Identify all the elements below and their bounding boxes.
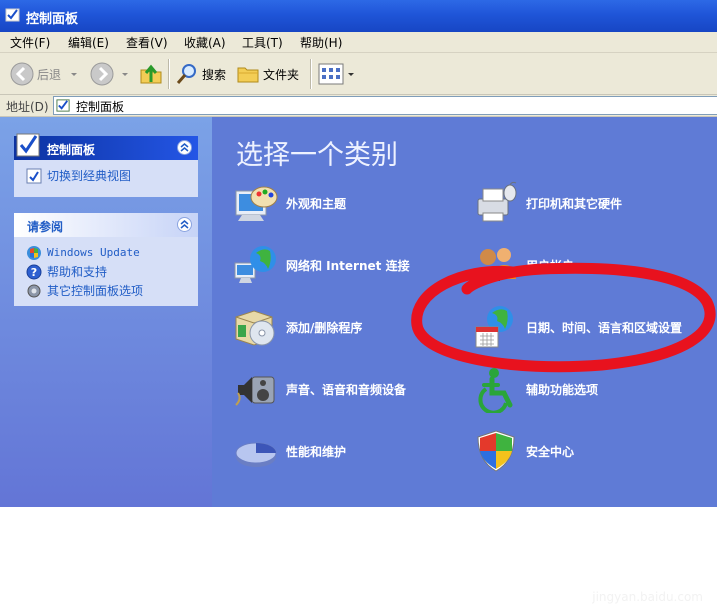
other-options-link[interactable]: 其它控制面板选项 (26, 281, 198, 300)
forward-arrow-icon (90, 62, 114, 86)
toolbar: 后退 搜索 文件夹 (0, 53, 717, 95)
svg-text:?: ? (31, 266, 37, 279)
category-add-remove-programs[interactable]: 添加/删除程序 (232, 303, 362, 351)
network-globe-icon (234, 246, 276, 283)
appearance-themes-label: 外观和主题 (286, 196, 347, 211)
date-globe-icon (475, 306, 513, 348)
control-panel-icon (56, 99, 70, 112)
dropdown-arrow-icon (122, 73, 128, 76)
category-appearance-themes[interactable]: 外观和主题 (232, 179, 346, 227)
help-support-link[interactable]: ? 帮助和支持 (26, 262, 198, 281)
date-time-language-region-label: 日期、时间、语言和区域设置 (526, 320, 683, 335)
search-label: 搜索 (202, 67, 227, 82)
view-grid-icon (318, 63, 344, 85)
back-label: 后退 (37, 67, 62, 82)
toolbar-separator (168, 59, 170, 89)
sounds-audio-label: 声音、语音和音频设备 (286, 382, 407, 397)
switch-classic-view-link[interactable]: 切换到经典视图 (26, 166, 198, 185)
folders-button[interactable]: 文件夹 (236, 61, 299, 87)
category-sounds-audio[interactable]: 声音、语音和音频设备 (232, 365, 406, 413)
menu-file[interactable]: 文件(F) (10, 34, 50, 51)
category-printers-hardware[interactable]: 打印机和其它硬件 (472, 179, 622, 227)
baidu-url: jingyan.baidu.com (592, 590, 703, 604)
menu-help[interactable]: 帮助(H) (300, 34, 342, 51)
accessibility-icon (478, 368, 513, 413)
windows-update-icon (27, 245, 41, 260)
user-accounts-icon (476, 248, 516, 281)
category-view: 选择一个类别 外观和主题 网络和 Internet 连接 添加/删除程序 声音、… (212, 117, 717, 604)
classic-view-icon (26, 168, 42, 183)
back-arrow-icon (10, 62, 34, 86)
search-icon (176, 64, 196, 84)
address-value: 控制面板 (76, 100, 125, 114)
switch-classic-view-label: 切换到经典视图 (47, 169, 132, 183)
see-also-title: 请参阅 (27, 220, 64, 234)
forward-button[interactable] (90, 61, 130, 87)
printers-hardware-label: 打印机和其它硬件 (526, 196, 623, 211)
menu-tools[interactable]: 工具(T) (242, 34, 283, 51)
pick-category-heading: 选择一个类别 (236, 140, 398, 171)
address-label: 地址(D) (6, 100, 49, 114)
help-icon: ? (26, 264, 42, 279)
category-date-time-language-region[interactable]: 日期、时间、语言和区域设置 (472, 303, 682, 351)
collapse-icon[interactable] (177, 140, 192, 155)
control-panel-box-header[interactable]: 控制面板 (14, 133, 198, 160)
other-options-label: 其它控制面板选项 (47, 284, 144, 298)
printer-hardware-icon (477, 181, 517, 222)
add-remove-programs-label: 添加/删除程序 (286, 320, 363, 335)
gear-icon (27, 284, 41, 297)
pie-chart-icon (235, 442, 277, 467)
control-panel-check-icon (16, 133, 40, 157)
network-internet-label: 网络和 Internet 连接 (286, 258, 410, 273)
performance-maintenance-label: 性能和维护 (286, 444, 347, 459)
address-input[interactable]: 控制面板 (53, 96, 717, 115)
search-button[interactable]: 搜索 (175, 61, 226, 87)
windows-update-link[interactable]: Windows Update (26, 243, 198, 262)
dropdown-arrow-icon (71, 73, 78, 76)
toolbar-separator (310, 59, 312, 89)
category-user-accounts[interactable]: 用户帐户 (472, 241, 574, 289)
accessibility-options-label: 辅助功能选项 (526, 382, 599, 397)
category-security-center[interactable]: 安全中心 (472, 427, 574, 475)
category-network-internet[interactable]: 网络和 Internet 连接 (232, 241, 410, 289)
title-bar: 控制面板 (0, 0, 717, 32)
menu-view[interactable]: 查看(V) (126, 34, 168, 51)
up-folder-icon (140, 64, 162, 84)
help-support-label: 帮助和支持 (47, 265, 108, 279)
menu-edit[interactable]: 编辑(E) (68, 34, 109, 51)
folder-icon (237, 67, 259, 83)
task-pane: 控制面板 切换到经典视图 请参阅 Windows Update ? 帮助和支持 … (0, 117, 212, 507)
menu-favorites[interactable]: 收藏(A) (184, 34, 226, 51)
category-performance-maintenance[interactable]: 性能和维护 (232, 427, 346, 475)
security-center-label: 安全中心 (526, 444, 575, 459)
address-bar: 地址(D) 控制面板 (0, 95, 717, 117)
folders-label: 文件夹 (263, 67, 300, 82)
window-title: 控制面板 (26, 12, 79, 27)
windows-update-label: Windows Update (47, 246, 140, 259)
shield-icon (477, 430, 515, 472)
see-also-task-box: 请参阅 Windows Update ? 帮助和支持 其它控制面板选项 (14, 213, 198, 306)
user-accounts-label: 用户帐户 (526, 258, 575, 273)
back-button[interactable]: 后退 (10, 61, 79, 87)
up-folder-button[interactable] (139, 61, 163, 87)
see-also-box-header[interactable]: 请参阅 (14, 213, 198, 237)
add-remove-programs-icon (235, 310, 275, 346)
speaker-icon (235, 376, 275, 406)
menu-bar: 文件(F) 编辑(E) 查看(V) 收藏(A) 工具(T) 帮助(H) (0, 32, 717, 53)
dropdown-arrow-icon (348, 73, 354, 76)
category-accessibility-options[interactable]: 辅助功能选项 (472, 365, 598, 413)
views-button[interactable] (318, 61, 356, 87)
control-panel-box-title: 控制面板 (47, 143, 96, 157)
collapse-icon[interactable] (177, 217, 192, 232)
control-panel-icon (5, 8, 20, 22)
appearance-themes-icon (235, 186, 278, 221)
control-panel-task-box: 控制面板 切换到经典视图 (14, 133, 198, 197)
